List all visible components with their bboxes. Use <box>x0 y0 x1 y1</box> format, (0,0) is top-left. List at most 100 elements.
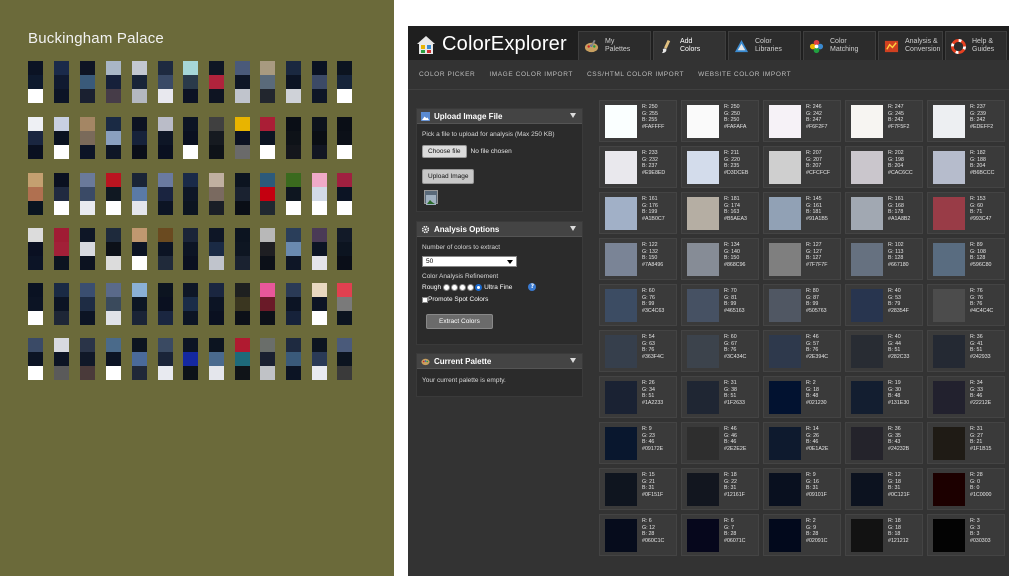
tab-my-palettes[interactable]: My Palettes <box>578 31 651 60</box>
color-swatch-cell[interactable]: R: 14 G: 26 B: 46 #0E1A2E <box>763 422 841 464</box>
strip-swatch <box>54 75 69 89</box>
strip-swatch <box>183 173 198 187</box>
tab-help-guides[interactable]: Help & Guides <box>945 31 1007 60</box>
tab-color-libraries[interactable]: Color Libraries <box>728 31 801 60</box>
color-swatch-cell[interactable]: R: 2 G: 9 B: 28 #02091C <box>763 514 841 556</box>
red-value: R: 6 <box>724 518 734 524</box>
color-swatch-cell[interactable]: R: 134 G: 140 B: 150 #868C96 <box>681 238 759 280</box>
subnav-website-color-import[interactable]: WEBSITE COLOR IMPORT <box>698 71 791 78</box>
color-swatch-cell[interactable]: R: 36 G: 41 B: 51 #242933 <box>927 330 1005 372</box>
color-swatch-cell[interactable]: R: 122 G: 132 B: 150 #7A8496 <box>599 238 677 280</box>
help-icon[interactable]: ? <box>528 283 537 291</box>
color-swatch-cell[interactable]: R: 153 G: 60 B: 71 #993C47 <box>927 192 1005 234</box>
color-swatch-cell[interactable]: R: 2 G: 18 B: 48 #021230 <box>763 376 841 418</box>
upload-image-button[interactable]: Upload Image <box>422 169 475 184</box>
color-swatch-cell[interactable]: R: 127 G: 127 B: 127 #7F7F7F <box>763 238 841 280</box>
caret-down-icon[interactable] <box>570 358 576 363</box>
color-swatch-cell[interactable]: R: 26 G: 34 B: 51 #1A2233 <box>599 376 677 418</box>
color-swatch-cell[interactable]: R: 3 G: 3 B: 3 #030303 <box>927 514 1005 556</box>
subnav-image-color-import[interactable]: IMAGE COLOR IMPORT <box>489 71 573 78</box>
refinement-radio-4[interactable] <box>467 283 475 291</box>
blue-value: B: 150 <box>642 255 658 262</box>
caret-down-icon[interactable] <box>570 113 576 118</box>
subnav-color-picker[interactable]: COLOR PICKER <box>419 71 475 78</box>
color-swatch-cell[interactable]: R: 145 G: 161 B: 181 #91A1B5 <box>763 192 841 234</box>
tab-add-colors[interactable]: Add Colors <box>653 31 726 60</box>
refinement-radio-3[interactable] <box>459 283 467 291</box>
color-swatch-cell[interactable]: R: 161 G: 176 B: 199 #A1B0C7 <box>599 192 677 234</box>
color-swatch-cell[interactable]: R: 233 G: 232 B: 237 #E9E8ED <box>599 146 677 188</box>
analysis-panel-header[interactable]: Analysis Options <box>417 222 582 237</box>
color-swatch-cell[interactable]: R: 247 G: 245 B: 242 #F7F5F2 <box>845 100 923 142</box>
color-swatch-cell[interactable]: R: 202 G: 198 B: 204 #CAC6CC <box>845 146 923 188</box>
strip-swatch <box>337 89 352 103</box>
color-swatch-cell[interactable]: R: 161 G: 168 B: 178 #A1A8B2 <box>845 192 923 234</box>
strip-swatch <box>106 256 121 270</box>
color-chip <box>851 243 883 276</box>
color-swatch-cell[interactable]: R: 31 G: 38 B: 51 #1F2633 <box>681 376 759 418</box>
color-swatch-cell[interactable]: R: 12 G: 18 B: 31 #0C121F <box>845 468 923 510</box>
color-swatch-cell[interactable]: R: 182 G: 188 B: 204 #B6BCCC <box>927 146 1005 188</box>
color-swatch-cell[interactable]: R: 40 G: 44 B: 51 #282C33 <box>845 330 923 372</box>
color-swatch-cell[interactable]: R: 80 G: 87 B: 99 #505763 <box>763 284 841 326</box>
color-swatch-cell[interactable]: R: 36 G: 35 B: 43 #24232B <box>845 422 923 464</box>
color-swatch-cell[interactable]: R: 181 G: 174 B: 163 #B5AEA3 <box>681 192 759 234</box>
subnav-css-html-color-import[interactable]: CSS/HTML COLOR IMPORT <box>587 71 684 78</box>
color-swatch-cell[interactable]: R: 46 G: 57 B: 76 #2E394C <box>763 330 841 372</box>
strip-swatch <box>286 187 301 201</box>
color-swatch-cell[interactable]: R: 250 G: 255 B: 255 #FAFFFF <box>599 100 677 142</box>
color-values: R: 246 G: 242 B: 247 #F6F2F7 <box>806 104 828 130</box>
color-swatch-cell[interactable]: R: 15 G: 21 B: 31 #0F151F <box>599 468 677 510</box>
color-swatch-cell[interactable]: R: 31 G: 27 B: 21 #1F1B15 <box>927 422 1005 464</box>
color-triangle-icon <box>734 39 749 52</box>
color-swatch-cell[interactable]: R: 40 G: 53 B: 79 #28354F <box>845 284 923 326</box>
color-swatch-cell[interactable]: R: 60 G: 76 B: 99 #3C4C63 <box>599 284 677 326</box>
strip-swatch <box>209 173 224 187</box>
strip-swatch <box>235 89 250 103</box>
palette-panel-header[interactable]: Current Palette <box>417 354 582 369</box>
color-swatch-cell[interactable]: R: 250 G: 250 B: 250 #FAFAFA <box>681 100 759 142</box>
color-swatch-cell[interactable]: R: 70 G: 81 B: 99 #465163 <box>681 284 759 326</box>
refinement-radio-5[interactable] <box>475 283 483 291</box>
tab-color-matching[interactable]: Color Matching <box>803 31 876 60</box>
color-swatch-cell[interactable]: R: 18 G: 22 B: 31 #12161F <box>681 468 759 510</box>
refinement-radio-2[interactable] <box>451 283 459 291</box>
hex-value: #505763 <box>806 307 827 314</box>
color-swatch-cell[interactable]: R: 102 G: 113 B: 128 #667180 <box>845 238 923 280</box>
red-value: R: 40 <box>888 288 901 294</box>
choose-file-button[interactable]: Choose file <box>422 145 467 158</box>
color-swatch-cell[interactable]: R: 89 G: 108 B: 128 #596C80 <box>927 238 1005 280</box>
color-chip <box>687 151 719 184</box>
logo[interactable]: ColorExplorer <box>416 33 567 56</box>
color-swatch-cell[interactable]: R: 76 G: 76 B: 76 #4C4C4C <box>927 284 1005 326</box>
palette-strip <box>286 228 301 270</box>
color-swatch-cell[interactable]: R: 9 G: 23 B: 46 #09172E <box>599 422 677 464</box>
color-swatch-cell[interactable]: R: 28 G: 0 B: 0 #1C0000 <box>927 468 1005 510</box>
color-swatch-cell[interactable]: R: 237 G: 239 B: 242 #EDEFF2 <box>927 100 1005 142</box>
color-swatch-cell[interactable]: R: 18 G: 18 B: 18 #121212 <box>845 514 923 556</box>
color-swatch-cell[interactable]: R: 19 G: 30 B: 48 #131E30 <box>845 376 923 418</box>
color-count-select[interactable]: 50 <box>422 256 517 267</box>
color-swatch-cell[interactable]: R: 6 G: 12 B: 28 #060C1C <box>599 514 677 556</box>
strip-swatch <box>209 242 224 256</box>
extract-colors-button[interactable]: Extract Colors <box>426 314 493 329</box>
palette-panel-title: Current Palette <box>434 356 492 366</box>
color-swatch-cell[interactable]: R: 46 G: 46 B: 46 #2E2E2E <box>681 422 759 464</box>
caret-down-icon[interactable] <box>570 226 576 231</box>
color-swatch-cell[interactable]: R: 211 G: 220 B: 235 #D3DCEB <box>681 146 759 188</box>
color-swatch-cell[interactable]: R: 9 G: 16 B: 31 #09101F <box>763 468 841 510</box>
color-swatch-cell[interactable]: R: 246 G: 242 B: 247 #F6F2F7 <box>763 100 841 142</box>
color-swatch-cell[interactable]: R: 54 G: 63 B: 76 #363F4C <box>599 330 677 372</box>
color-swatch-cell[interactable]: R: 34 G: 33 B: 46 #22212E <box>927 376 1005 418</box>
upload-panel-header[interactable]: Upload Image File <box>417 109 582 124</box>
strip-swatch <box>80 338 95 352</box>
color-swatch-cell[interactable]: R: 60 G: 67 B: 76 #3C434C <box>681 330 759 372</box>
color-swatch-cell[interactable]: R: 207 G: 207 B: 207 #CFCFCF <box>763 146 841 188</box>
hex-value: #09101F <box>806 491 827 498</box>
refinement-radio-1[interactable] <box>443 283 451 291</box>
blue-value: B: 48 <box>806 393 819 400</box>
refinement-radio-group <box>443 283 483 291</box>
color-swatch-cell[interactable]: R: 6 G: 7 B: 28 #06071C <box>681 514 759 556</box>
green-value: G: 132 <box>642 248 658 255</box>
tab-analysis-conversion[interactable]: Analysis & Conversion <box>878 31 943 60</box>
